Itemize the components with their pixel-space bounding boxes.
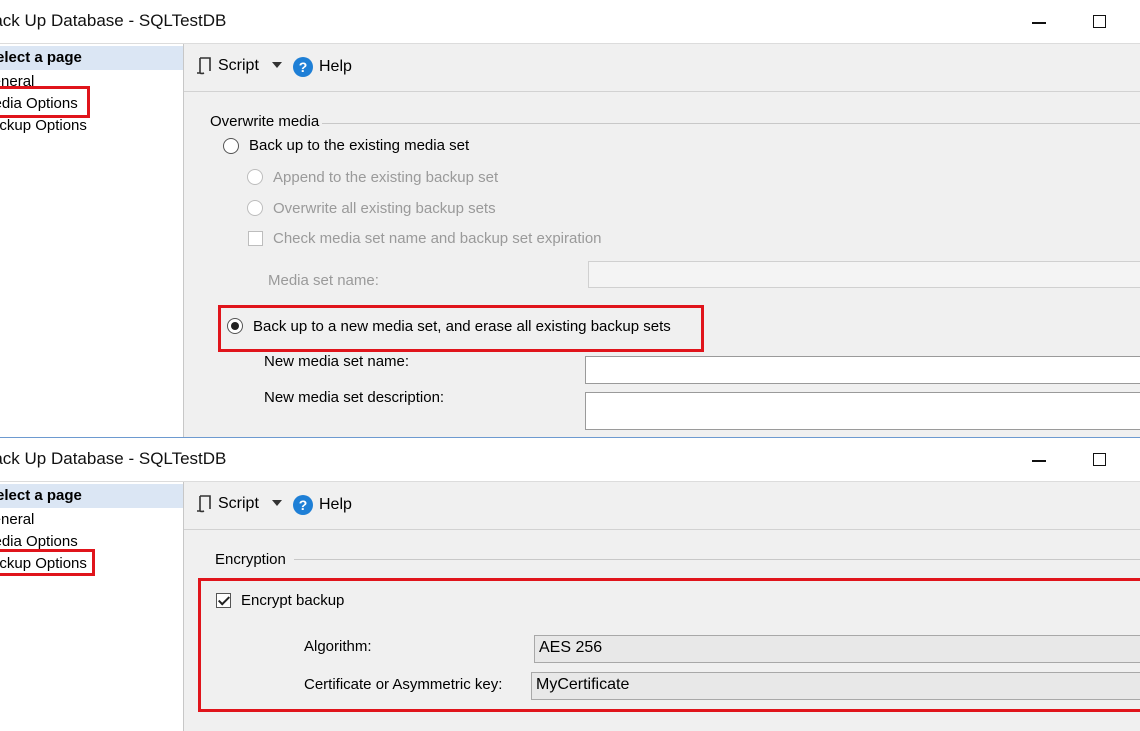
script-icon: [197, 57, 211, 75]
algorithm-label: Algorithm:: [304, 638, 372, 655]
help-label: Help: [319, 496, 352, 513]
append-backup-label: Append to the existing backup set: [273, 169, 499, 186]
toolbar: Script ? Help: [184, 44, 1140, 92]
existing-media-set-label: Back up to the existing media set: [249, 137, 470, 154]
script-label: Script: [218, 495, 259, 512]
new-media-set-description-input[interactable]: [585, 392, 1140, 430]
window-title: Back Up Database - SQLTestDB: [0, 11, 227, 30]
backup-window-backup-options: Back Up Database - SQLTestDB Select a pa…: [0, 437, 1140, 731]
select-page-header: Select a page: [0, 46, 183, 70]
algorithm-field[interactable]: AES 256: [534, 635, 1140, 663]
maximize-icon: [1093, 453, 1106, 466]
sidebar-item-general[interactable]: General: [0, 511, 34, 528]
media-options-panel: Script ? Help Overwrite media Back up to…: [184, 44, 1140, 437]
toolbar: Script ? Help: [184, 482, 1140, 530]
select-page-header: Select a page: [0, 484, 183, 508]
maximize-icon: [1093, 15, 1106, 28]
media-set-name-input[interactable]: [588, 261, 1140, 288]
new-media-set-name-label: New media set name:: [264, 353, 410, 370]
append-backup-radio[interactable]: [247, 169, 263, 185]
existing-media-set-radio[interactable]: [223, 138, 239, 154]
minimize-icon: [1032, 22, 1046, 24]
certificate-label: Certificate or Asymmetric key:: [304, 676, 503, 693]
page-selector: Select a page General Media Options Back…: [0, 44, 184, 437]
sidebar-item-general[interactable]: General: [0, 73, 34, 90]
page-selector: Select a page General Media Options Back…: [0, 482, 184, 731]
title-bar: Back Up Database - SQLTestDB: [0, 438, 1140, 482]
new-media-set-radio[interactable]: [227, 318, 243, 334]
encrypt-backup-label: Encrypt backup: [241, 592, 345, 609]
script-icon: [197, 495, 211, 513]
sidebar-item-backup-options[interactable]: Backup Options: [0, 555, 87, 572]
script-button[interactable]: Script: [196, 57, 259, 75]
help-button[interactable]: ? Help: [293, 495, 352, 515]
maximize-button[interactable]: [1087, 448, 1113, 472]
overwrite-media-section-label: Overwrite media: [210, 113, 320, 130]
new-media-set-label: Back up to a new media set, and erase al…: [253, 318, 671, 335]
check-media-set-label: Check media set name and backup set expi…: [273, 230, 602, 247]
overwrite-all-radio[interactable]: [247, 200, 263, 216]
help-label: Help: [319, 58, 352, 75]
minimize-button[interactable]: [1026, 10, 1052, 34]
help-icon: ?: [293, 495, 313, 515]
script-dropdown-icon[interactable]: [272, 500, 282, 506]
script-label: Script: [218, 57, 259, 74]
section-divider: [322, 123, 1140, 124]
maximize-button[interactable]: [1087, 10, 1113, 34]
sidebar-item-media-options[interactable]: Media Options: [0, 95, 78, 112]
new-media-set-description-label: New media set description:: [264, 389, 445, 406]
sidebar-item-backup-options[interactable]: Backup Options: [0, 117, 87, 134]
overwrite-all-label: Overwrite all existing backup sets: [273, 200, 496, 217]
section-divider: [294, 559, 1140, 560]
backup-window-media-options: Back Up Database - SQLTestDB Select a pa…: [0, 0, 1140, 437]
media-set-name-label: Media set name:: [268, 272, 379, 289]
minimize-button[interactable]: [1026, 448, 1052, 472]
window-title: Back Up Database - SQLTestDB: [0, 449, 227, 468]
minimize-icon: [1032, 460, 1046, 462]
encryption-section-label: Encryption: [215, 551, 286, 568]
new-media-set-name-input[interactable]: [585, 356, 1140, 384]
help-button[interactable]: ? Help: [293, 57, 352, 77]
script-button[interactable]: Script: [196, 495, 259, 513]
encrypt-backup-checkbox[interactable]: [216, 593, 231, 608]
backup-options-panel: Script ? Help Encryption Encrypt backup …: [184, 482, 1140, 731]
certificate-field[interactable]: MyCertificate: [531, 672, 1140, 700]
help-icon: ?: [293, 57, 313, 77]
sidebar-item-media-options[interactable]: Media Options: [0, 533, 78, 550]
title-bar: Back Up Database - SQLTestDB: [0, 0, 1140, 44]
check-media-set-checkbox[interactable]: [248, 231, 263, 246]
script-dropdown-icon[interactable]: [272, 62, 282, 68]
